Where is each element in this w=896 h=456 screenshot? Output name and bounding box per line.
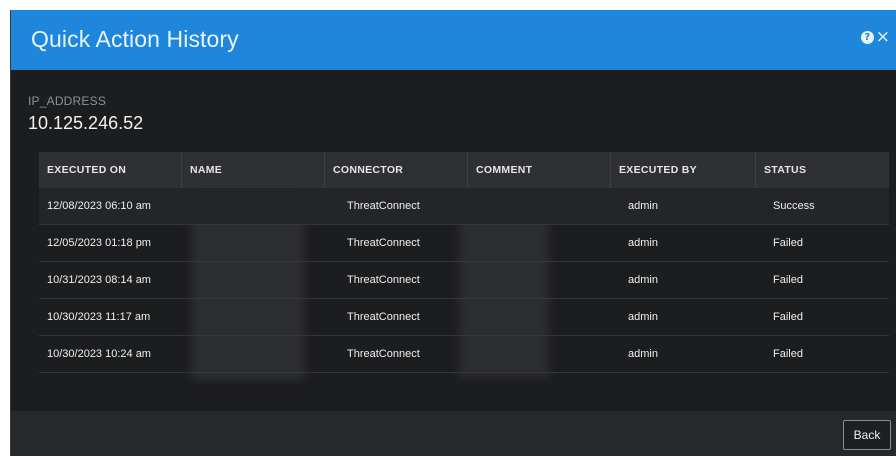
cell-executed-by: admin	[628, 274, 658, 286]
cell-executed-on: 10/30/2023 10:24 am	[47, 348, 151, 360]
cell-executed-on: 10/31/2023 08:14 am	[47, 274, 151, 286]
cell-name	[181, 336, 189, 372]
cell-status: Failed	[773, 274, 803, 286]
cell-comment	[467, 336, 475, 372]
table-row[interactable]: 12/08/2023 06:10 am ThreatConnect admin …	[39, 188, 889, 225]
cell-comment	[467, 225, 475, 261]
cell-connector: ThreatConnect	[347, 311, 420, 323]
cell-connector: ThreatConnect	[347, 348, 420, 360]
close-icon[interactable]: ×	[876, 29, 890, 46]
table-header: EXECUTED ON NAME CONNECTOR COMMENT EXECU…	[39, 152, 889, 188]
cell-connector: ThreatConnect	[347, 274, 420, 286]
cell-comment	[467, 188, 475, 224]
cell-name	[181, 188, 189, 224]
cell-executed-on: 12/05/2023 01:18 pm	[47, 237, 151, 249]
column-header-connector[interactable]: CONNECTOR	[324, 152, 467, 188]
header-icons: ? ×	[860, 29, 890, 46]
cell-name	[181, 299, 189, 335]
table-row[interactable]: 10/31/2023 08:14 am ThreatConnect admin …	[39, 262, 889, 299]
cell-executed-by: admin	[628, 311, 658, 323]
help-icon[interactable]: ?	[860, 31, 874, 44]
column-header-comment[interactable]: COMMENT	[467, 152, 610, 188]
cell-status: Success	[773, 200, 815, 212]
cell-comment	[467, 299, 475, 335]
ip-address-label: IP_ADDRESS	[28, 94, 107, 108]
table-body: 12/08/2023 06:10 am ThreatConnect admin …	[39, 188, 889, 380]
table-row[interactable]: 12/05/2023 01:18 pm ThreatConnect admin …	[39, 225, 889, 262]
cell-executed-by: admin	[628, 237, 658, 249]
ip-address-value: 10.125.246.52	[28, 113, 144, 133]
table-row[interactable]: 10/30/2023 10:24 am ThreatConnect admin …	[39, 336, 889, 373]
column-header-status[interactable]: STATUS	[755, 152, 889, 188]
quick-action-history-modal: Quick Action History ? × IP_ADDRESS 10.1…	[10, 10, 896, 456]
cell-status: Failed	[773, 311, 803, 323]
cell-comment	[467, 262, 475, 298]
page: Quick Action History ? × IP_ADDRESS 10.1…	[0, 0, 896, 456]
modal-footer: Back	[11, 411, 896, 456]
cell-status: Failed	[773, 237, 803, 249]
modal-title: Quick Action History	[31, 26, 239, 52]
cell-status: Failed	[773, 348, 803, 360]
column-header-executed-on[interactable]: EXECUTED ON	[39, 152, 181, 188]
cell-executed-by: admin	[628, 348, 658, 360]
cell-connector: ThreatConnect	[347, 200, 420, 212]
cell-connector: ThreatConnect	[347, 237, 420, 249]
cell-executed-on: 12/08/2023 06:10 am	[47, 200, 151, 212]
cell-executed-on: 10/30/2023 11:17 am	[47, 311, 151, 323]
history-table: EXECUTED ON NAME CONNECTOR COMMENT EXECU…	[39, 152, 889, 380]
cell-executed-by: admin	[628, 200, 658, 212]
cell-name	[181, 225, 189, 261]
column-header-name[interactable]: NAME	[181, 152, 324, 188]
back-button[interactable]: Back	[843, 420, 891, 450]
modal-header: Quick Action History ? ×	[11, 10, 896, 70]
table-row[interactable]: 10/30/2023 11:17 am ThreatConnect admin …	[39, 299, 889, 336]
cell-name	[181, 262, 189, 298]
column-header-executed-by[interactable]: EXECUTED BY	[610, 152, 755, 188]
